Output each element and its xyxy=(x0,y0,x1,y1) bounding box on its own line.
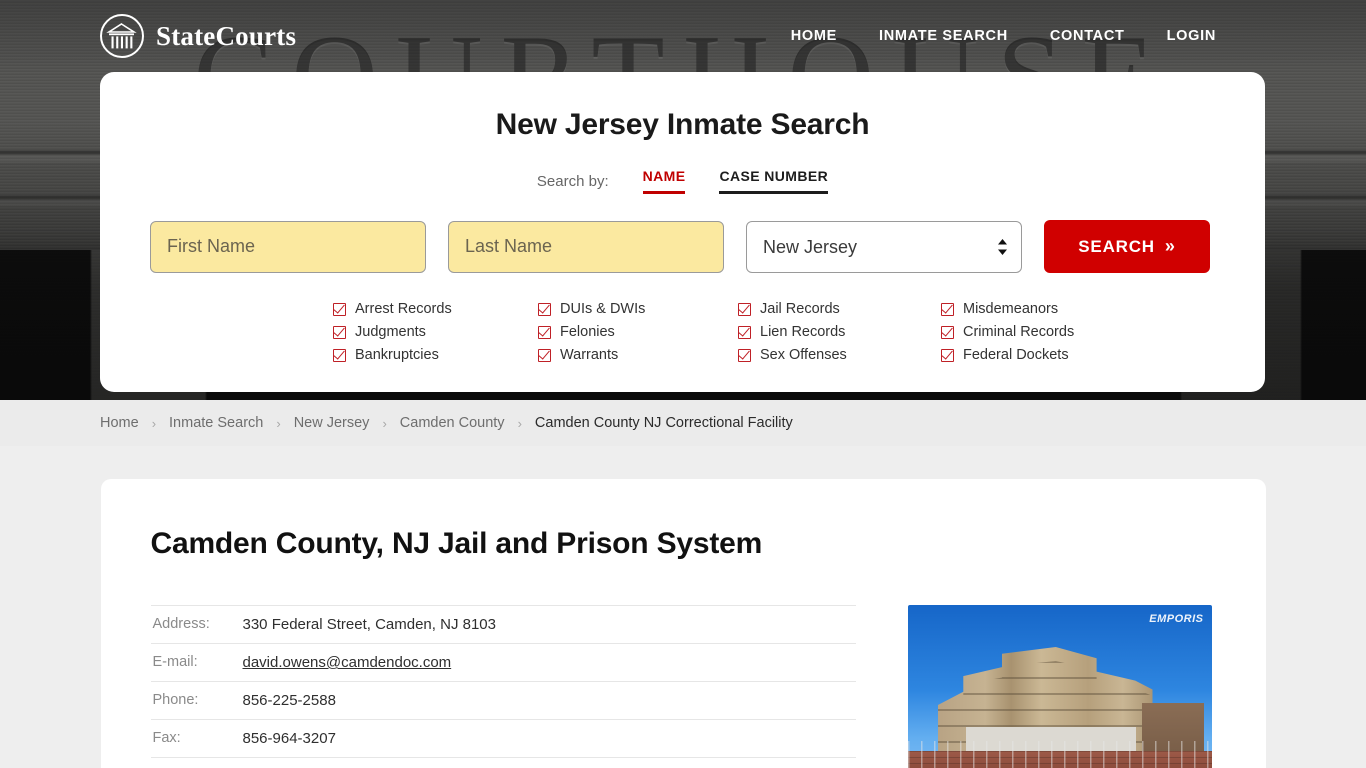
detail-label-website: Website: xyxy=(151,758,243,768)
chevron-right-icon: › xyxy=(276,415,281,431)
state-select-wrapper: New Jersey xyxy=(746,220,1022,273)
checkmark-icon xyxy=(333,348,346,362)
checkmark-icon xyxy=(538,325,551,339)
checkbox-lien-records[interactable]: Lien Records xyxy=(738,324,941,340)
checkbox-felonies[interactable]: Felonies xyxy=(538,324,738,340)
checkbox-bankruptcies[interactable]: Bankruptcies xyxy=(333,347,538,363)
checkbox-label: Misdemeanors xyxy=(963,301,1059,317)
breadcrumb-item-inmate-search[interactable]: Inmate Search xyxy=(169,415,263,431)
tab-name[interactable]: NAME xyxy=(642,168,686,194)
checkbox-label: Warrants xyxy=(560,347,619,363)
perimeter-fence xyxy=(907,741,1212,768)
table-row: Website: https://www.camdendoc.com/ xyxy=(151,758,856,768)
checkbox-federal-dockets[interactable]: Federal Dockets xyxy=(941,347,1215,363)
brand-name: StateCourts xyxy=(156,20,297,51)
checkbox-label: DUIs & DWIs xyxy=(560,301,646,317)
checkbox-label: Felonies xyxy=(560,324,615,340)
breadcrumb-item-current: Camden County NJ Correctional Facility xyxy=(534,415,793,431)
breadcrumb-item-home[interactable]: Home xyxy=(100,415,139,431)
checkbox-label: Bankruptcies xyxy=(355,347,439,363)
search-button[interactable]: SEARCH » xyxy=(1044,220,1210,273)
checkbox-label: Lien Records xyxy=(760,324,846,340)
detail-value-address: 330 Federal Street, Camden, NJ 8103 xyxy=(242,616,496,633)
breadcrumb-item-new-jersey[interactable]: New Jersey xyxy=(294,415,370,431)
detail-value-fax: 856-964-3207 xyxy=(242,730,336,747)
chevron-right-icon: › xyxy=(517,415,522,431)
hero-banner: COURTHOUSE StateCourts HOME INMATE SEARC… xyxy=(0,0,1366,400)
last-name-input[interactable] xyxy=(448,220,724,273)
checkmark-icon xyxy=(538,348,551,362)
nav-link-inmate-search[interactable]: INMATE SEARCH xyxy=(879,28,1008,44)
main-content: Camden County, NJ Jail and Prison System… xyxy=(0,446,1366,768)
table-row: Fax: 856-964-3207 xyxy=(150,720,856,758)
checkmark-icon xyxy=(738,348,751,362)
table-row: Phone: 856-225-2588 xyxy=(150,682,856,720)
nav-link-home[interactable]: HOME xyxy=(791,28,837,44)
search-button-label: SEARCH xyxy=(1078,236,1155,256)
chevron-right-icon: › xyxy=(382,415,387,431)
checkmark-icon xyxy=(333,302,346,316)
facility-detail-card: Camden County, NJ Jail and Prison System… xyxy=(100,479,1266,768)
breadcrumb-item-camden-county[interactable]: Camden County xyxy=(400,415,505,431)
photo-watermark: EMPORIS xyxy=(1149,613,1204,625)
checkmark-icon xyxy=(738,302,751,316)
checkbox-sex-offenses[interactable]: Sex Offenses xyxy=(738,347,941,363)
detail-value-email: david.owens@camdendoc.com xyxy=(243,644,856,682)
page-title: Camden County, NJ Jail and Prison System xyxy=(150,527,763,560)
facility-info-layout: Address: 330 Federal Street, Camden, NJ … xyxy=(150,605,1216,768)
checkbox-duis-dwis[interactable]: DUIs & DWIs xyxy=(538,301,738,317)
top-bar: StateCourts HOME INMATE SEARCH CONTACT L… xyxy=(0,0,1366,72)
detail-label-email: E-mail: xyxy=(152,654,198,670)
inmate-search-card: New Jersey Inmate Search Search by: NAME… xyxy=(100,72,1265,392)
checkbox-label: Jail Records xyxy=(760,301,840,317)
detail-label-phone: Phone: xyxy=(152,692,199,708)
table-row: Address: 330 Federal Street, Camden, NJ … xyxy=(150,605,856,644)
nav-link-contact[interactable]: CONTACT xyxy=(1050,28,1125,44)
email-link[interactable]: david.owens@camdendoc.com xyxy=(243,654,452,671)
nav-link-login[interactable]: LOGIN xyxy=(1167,28,1216,44)
checkmark-icon xyxy=(941,348,954,362)
record-type-checkbox-grid: Arrest Records DUIs & DWIs Jail Records … xyxy=(150,301,1215,363)
checkbox-label: Federal Dockets xyxy=(963,347,1069,363)
detail-label-fax: Fax: xyxy=(152,730,181,746)
chevron-right-icon: › xyxy=(151,415,157,431)
checkbox-label: Judgments xyxy=(355,324,426,340)
first-name-input[interactable] xyxy=(150,220,426,273)
double-chevron-right-icon: » xyxy=(1164,236,1176,256)
checkbox-warrants[interactable]: Warrants xyxy=(538,347,738,363)
courthouse-circle-logo-icon xyxy=(100,14,144,58)
checkbox-label: Criminal Records xyxy=(963,324,1075,340)
tab-case-number[interactable]: CASE NUMBER xyxy=(719,168,829,194)
checkbox-misdemeanors[interactable]: Misdemeanors xyxy=(941,301,1215,317)
search-by-label: Search by: xyxy=(536,172,609,190)
checkbox-judgments[interactable]: Judgments xyxy=(333,324,538,340)
checkbox-criminal-records[interactable]: Criminal Records xyxy=(941,324,1215,340)
checkmark-icon xyxy=(941,325,954,339)
table-row: E-mail: david.owens@camdendoc.com xyxy=(150,644,856,682)
checkbox-jail-records[interactable]: Jail Records xyxy=(738,301,941,317)
search-form: New Jersey SEARCH » xyxy=(150,220,1215,273)
facility-photo: EMPORIS xyxy=(907,605,1212,768)
search-card-title: New Jersey Inmate Search xyxy=(495,108,870,141)
breadcrumb: Home › Inmate Search › New Jersey › Camd… xyxy=(0,400,1366,446)
checkmark-icon xyxy=(333,325,346,339)
checkmark-icon xyxy=(738,325,751,339)
search-by-row: Search by: NAME CASE NUMBER xyxy=(150,168,1215,194)
detail-label-address: Address: xyxy=(152,616,210,632)
checkbox-label: Arrest Records xyxy=(355,301,452,317)
checkmark-icon xyxy=(941,302,954,316)
checkbox-arrest-records[interactable]: Arrest Records xyxy=(333,301,538,317)
main-navigation: HOME INMATE SEARCH CONTACT LOGIN xyxy=(791,28,1216,44)
facility-details-table: Address: 330 Federal Street, Camden, NJ … xyxy=(150,605,856,768)
detail-value-website: https://www.camdendoc.com/ xyxy=(243,758,856,768)
detail-value-phone: 856-225-2588 xyxy=(242,692,336,709)
state-select[interactable]: New Jersey xyxy=(746,220,1022,273)
brand-logo-link[interactable]: StateCourts xyxy=(100,14,296,58)
checkmark-icon xyxy=(538,302,551,316)
checkbox-label: Sex Offenses xyxy=(760,347,847,363)
